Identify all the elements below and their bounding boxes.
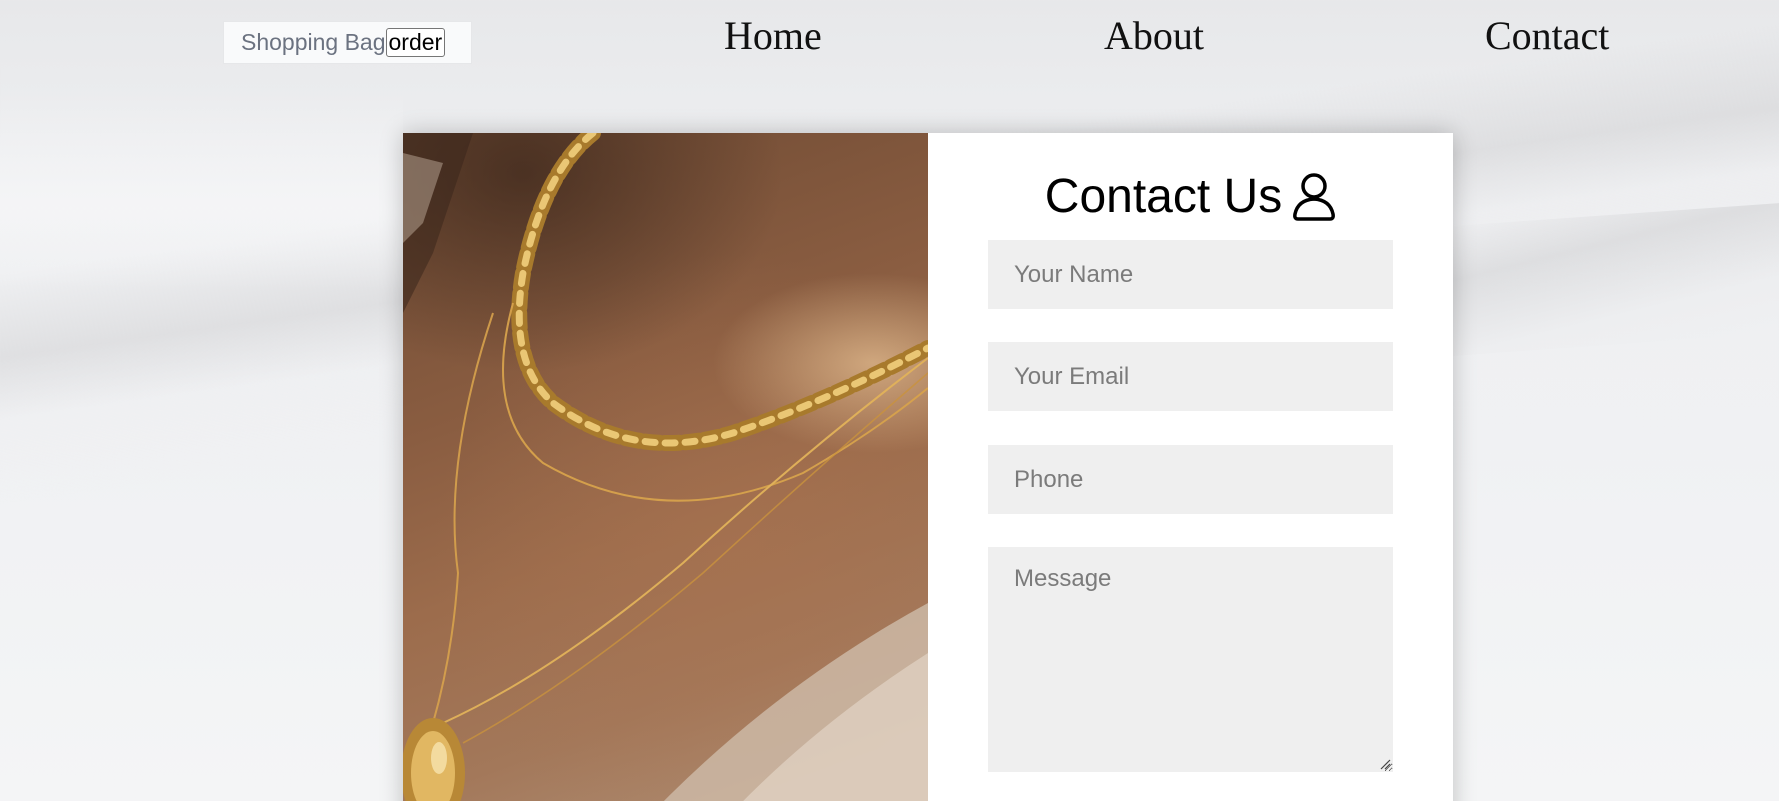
name-input[interactable] [988,240,1393,309]
resize-handle-icon[interactable] [1380,759,1391,770]
nav-contact-link[interactable]: Contact [1485,12,1609,60]
phone-input[interactable] [988,445,1393,514]
shopping-bag-label: Shopping Bag [241,29,386,55]
user-icon [1293,173,1336,221]
nav-about-link[interactable]: About [1104,12,1204,60]
background-streak [1440,203,1779,357]
nav-home-link[interactable]: Home [724,12,822,60]
order-button[interactable]: order [385,28,446,57]
contact-heading: Contact Us [928,169,1453,225]
contact-card: Contact Us [403,133,1453,801]
contact-form: Contact Us [928,133,1453,801]
background-highlight [0,90,403,290]
message-textarea[interactable] [988,547,1393,772]
email-input[interactable] [988,342,1393,411]
shopping-bag-box: Shopping Bag order [223,21,472,64]
necklace-photo [403,133,928,801]
contact-title: Contact Us [1044,170,1283,223]
